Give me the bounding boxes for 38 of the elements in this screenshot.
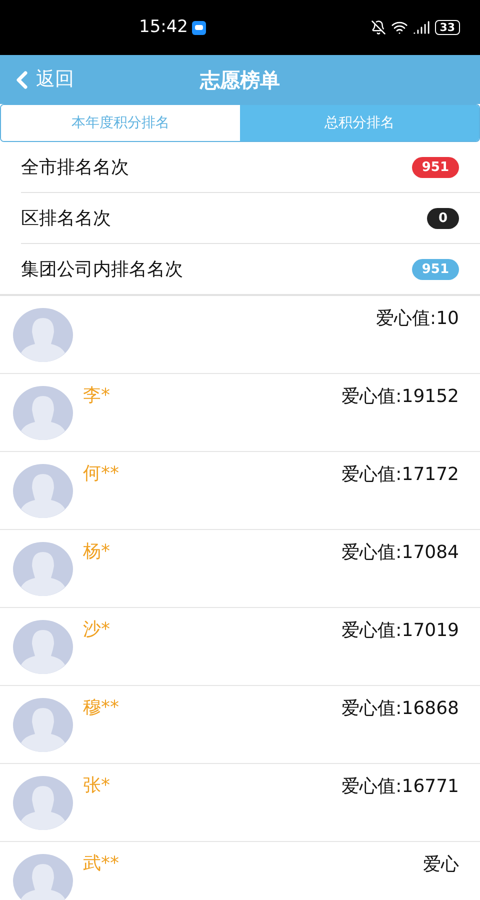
mute-icon (370, 20, 386, 35)
avatar-icon (13, 386, 73, 440)
volunteer-name: 何** (83, 462, 119, 486)
avatar-icon (13, 464, 73, 518)
avatar-icon (13, 308, 73, 362)
love-score: 爱心值:16771 (342, 775, 459, 799)
love-score: 爱心值:17084 (342, 541, 459, 565)
volunteer-name: 李* (83, 384, 110, 408)
page-title: 志愿榜单 (200, 66, 280, 94)
clock: 15:42 (139, 16, 188, 39)
avatar-icon (13, 854, 73, 900)
avatar-icon (13, 620, 73, 674)
avatar-icon (13, 698, 73, 752)
love-score: 爱心值:16868 (342, 697, 459, 721)
rank-label: 集团公司内排名名次 (21, 258, 183, 282)
volunteer-name: 穆** (83, 696, 119, 720)
avatar-icon (13, 776, 73, 830)
love-score: 爱心值:10 (376, 307, 459, 331)
rank-label: 区排名名次 (21, 206, 111, 230)
love-score: 爱心 (423, 853, 459, 877)
back-button[interactable]: 返回 (8, 65, 74, 94)
wifi-icon (390, 19, 408, 36)
volunteer-name: 沙* (83, 618, 110, 642)
rank-label: 全市排名名次 (21, 156, 129, 180)
volunteer-name: 武** (83, 852, 119, 876)
love-score: 爱心值:17019 (342, 619, 459, 643)
count-badge: 0 (427, 208, 459, 228)
battery-icon: 33 (434, 20, 460, 35)
love-score: 爱心值:19152 (342, 385, 459, 409)
signal-icon (412, 19, 430, 36)
volunteer-name: 杨* (83, 540, 110, 564)
message-icon (192, 20, 206, 34)
count-badge: 951 (412, 156, 459, 178)
avatar-icon (13, 542, 73, 596)
tab[interactable]: 总积分排名 (240, 105, 479, 141)
love-score: 爱心值:17172 (342, 463, 459, 487)
count-badge: 951 (412, 258, 459, 280)
volunteer-name: 张* (83, 774, 110, 798)
